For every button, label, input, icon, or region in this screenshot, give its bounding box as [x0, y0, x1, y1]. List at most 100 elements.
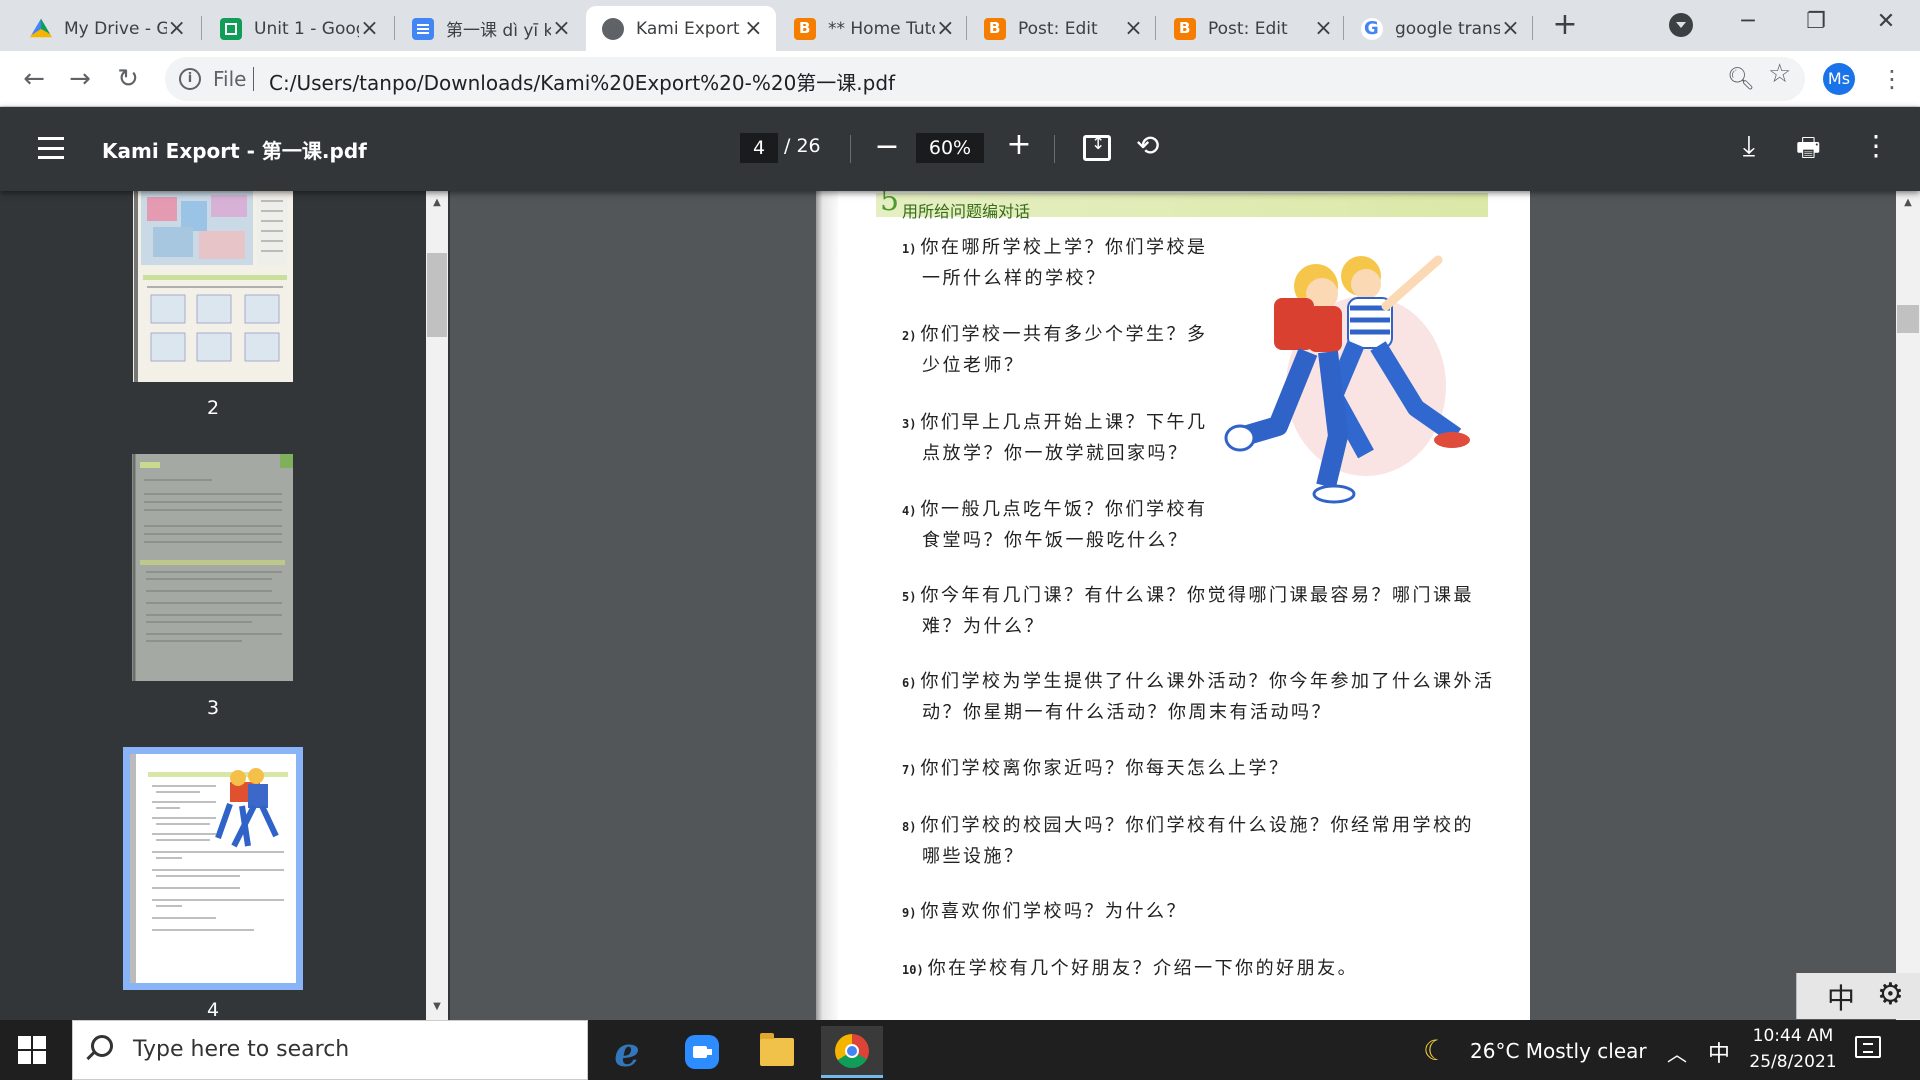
- reload-button[interactable]: ↻: [112, 63, 144, 95]
- tab-title: Kami Export: [636, 18, 740, 39]
- question-line: 少位老师？: [922, 355, 1025, 376]
- question-line: 哪些设施？: [922, 846, 1025, 867]
- tab-docs-lesson-1[interactable]: 第一课 dì yī kè ×: [396, 6, 584, 51]
- question-number: 10): [902, 963, 924, 977]
- fit-to-page-button[interactable]: [1083, 134, 1111, 161]
- thumbnail-page-3-image: [132, 454, 293, 681]
- question-number: 5): [902, 590, 917, 604]
- pdf-toolbar: Kami Export - 第一课.pdf 4 / 26 − 60% + ⟲ ⤓…: [0, 107, 1920, 191]
- search-placeholder: Type here to search: [133, 1037, 350, 1062]
- question-line: 你们学校的校园大吗？你们学校有什么设施？你经常用学校的: [920, 815, 1474, 836]
- question-6: 6) 你们学校为学生提供了什么课外活动？你今年参加了什么课外活 动？你星期一有什么…: [902, 667, 1494, 728]
- page-scrollbar-thumb[interactable]: [1897, 305, 1919, 333]
- close-icon[interactable]: ×: [1313, 16, 1334, 41]
- rotate-button[interactable]: ⟲: [1136, 129, 1159, 162]
- zoom-app-icon: [685, 1035, 719, 1069]
- tab-separator: [201, 16, 202, 40]
- taskbar-edge[interactable]: e: [596, 1026, 658, 1078]
- zoom-in-button[interactable]: +: [1004, 127, 1034, 162]
- thumbnail-label: 3: [206, 697, 220, 719]
- close-icon[interactable]: ×: [167, 16, 188, 41]
- question-10: 10) 你在学校有几个好朋友？介绍一下你的好朋友。: [902, 954, 1358, 985]
- tab-post-edit-2[interactable]: Post: Edit ×: [1158, 6, 1346, 51]
- moon-weather-icon[interactable]: ☾: [1423, 1034, 1448, 1067]
- close-icon[interactable]: ×: [935, 16, 956, 41]
- question-line: 你在学校有几个好朋友？介绍一下你的好朋友。: [927, 958, 1359, 979]
- tab-my-drive[interactable]: My Drive - Google Drive ×: [14, 6, 199, 51]
- print-icon[interactable]: 🖶︎: [1796, 129, 1821, 173]
- forward-button[interactable]: →: [64, 63, 96, 95]
- chrome-menu-icon[interactable]: ⋮: [1880, 63, 1904, 95]
- blogger-icon: [794, 17, 816, 40]
- notification-icon[interactable]: [1855, 1036, 1881, 1058]
- zoom-icon[interactable]: 🔍︎: [1727, 67, 1755, 92]
- new-tab-button[interactable]: +: [1550, 10, 1580, 40]
- close-icon[interactable]: ×: [551, 16, 572, 41]
- clock-time[interactable]: 10:44 AM: [1748, 1026, 1838, 1046]
- blogger-icon: [1174, 17, 1196, 40]
- question-7: 7) 你们学校离你家近吗？你每天怎么上学？: [902, 754, 1289, 785]
- back-button[interactable]: ←: [18, 63, 50, 95]
- zoom-level-input[interactable]: 60%: [916, 133, 984, 163]
- profile-avatar[interactable]: Ms: [1823, 63, 1855, 95]
- scheme-label: File: [213, 67, 247, 91]
- thumbnail-page-4-selected[interactable]: [123, 747, 303, 990]
- url-text[interactable]: C:/Users/tanpo/Downloads/Kami%20Export%2…: [269, 67, 895, 96]
- question-3: 3) 你们早上几点开始上课？下午几 点放学？你一放学就回家吗？: [902, 408, 1207, 469]
- restore-button[interactable]: ❐: [1796, 4, 1836, 40]
- zoom-out-button[interactable]: −: [872, 129, 902, 164]
- taskbar-file-explorer[interactable]: [746, 1026, 808, 1078]
- edge-icon: e: [614, 1028, 640, 1076]
- thumbnail-label: 4: [206, 999, 220, 1020]
- weather-text[interactable]: 26°C Mostly clear: [1470, 1039, 1647, 1063]
- question-5: 5) 你今年有几门课？有什么课？你觉得哪门课最容易？哪门课最 难？为什么？: [902, 581, 1474, 642]
- close-window-button[interactable]: ✕: [1866, 4, 1906, 40]
- close-icon[interactable]: ×: [1500, 16, 1521, 41]
- address-bar[interactable]: i File C:/Users/tanpo/Downloads/Kami%20E…: [165, 57, 1805, 101]
- scroll-down-arrow-icon[interactable]: ▼: [427, 1001, 447, 1012]
- ime-toolbar: 中 ⚙: [1796, 973, 1920, 1019]
- windows-start-button[interactable]: [18, 1036, 46, 1064]
- tab-separator: [966, 16, 967, 40]
- tab-unit-1-sheets[interactable]: Unit 1 - Google Sheets ×: [204, 6, 392, 51]
- close-icon[interactable]: ×: [359, 16, 380, 41]
- bookmark-star-icon[interactable]: ☆: [1768, 59, 1791, 89]
- tab-search-button[interactable]: [1669, 13, 1693, 37]
- gear-icon[interactable]: ⚙: [1877, 977, 1904, 1012]
- minimize-button[interactable]: ─: [1728, 4, 1768, 40]
- info-icon[interactable]: i: [179, 68, 201, 90]
- omnibox-separator: [253, 67, 254, 91]
- question-line: 你们学校为学生提供了什么课外活动？你今年参加了什么课外活: [920, 671, 1495, 692]
- chevron-up-icon[interactable]: ︿: [1667, 1038, 1687, 1067]
- thumbnail-page-2[interactable]: [133, 191, 293, 382]
- ime-indicator[interactable]: 中: [1708, 1036, 1730, 1068]
- page-binding-edge: [816, 191, 838, 1020]
- taskbar-zoom[interactable]: [671, 1026, 733, 1078]
- clock-date[interactable]: 25/8/2021: [1740, 1052, 1846, 1072]
- page-number-input[interactable]: 4: [740, 133, 778, 163]
- sidebar-scrollbar-thumb[interactable]: [427, 253, 447, 337]
- more-options-icon[interactable]: ⋮: [1862, 129, 1890, 162]
- tab-kami-export[interactable]: Kami Export ×: [586, 6, 776, 51]
- taskbar-search-box[interactable]: Type here to search: [72, 1020, 588, 1080]
- taskbar-chrome[interactable]: [821, 1026, 883, 1078]
- download-icon[interactable]: ⤓: [1737, 129, 1761, 163]
- tab-title: Post: Edit: [1208, 18, 1288, 39]
- scroll-up-arrow-icon[interactable]: ▲: [427, 197, 447, 208]
- question-number: 6): [902, 676, 917, 690]
- close-icon[interactable]: ×: [743, 16, 764, 41]
- hamburger-menu-icon[interactable]: [38, 137, 64, 159]
- tab-post-edit-1[interactable]: Post: Edit ×: [968, 6, 1156, 51]
- google-icon: [1361, 17, 1383, 40]
- close-icon[interactable]: ×: [1123, 16, 1144, 41]
- ime-language-button[interactable]: 中: [1827, 977, 1855, 1017]
- scroll-up-arrow-icon[interactable]: ▲: [1897, 197, 1919, 208]
- question-line: 你在哪所学校上学？你们学校是: [920, 237, 1208, 258]
- section-title: 用所给问题编对话: [902, 202, 1031, 221]
- question-line: 你们早上几点开始上课？下午几: [920, 412, 1208, 433]
- thumbnail-page-4: [130, 754, 296, 983]
- tab-home-tutor[interactable]: ** Home Tutor ×: [778, 6, 968, 51]
- section-number: 5: [880, 191, 900, 218]
- thumbnail-page-3[interactable]: [132, 454, 293, 681]
- tab-google-translate[interactable]: google translate ×: [1345, 6, 1533, 51]
